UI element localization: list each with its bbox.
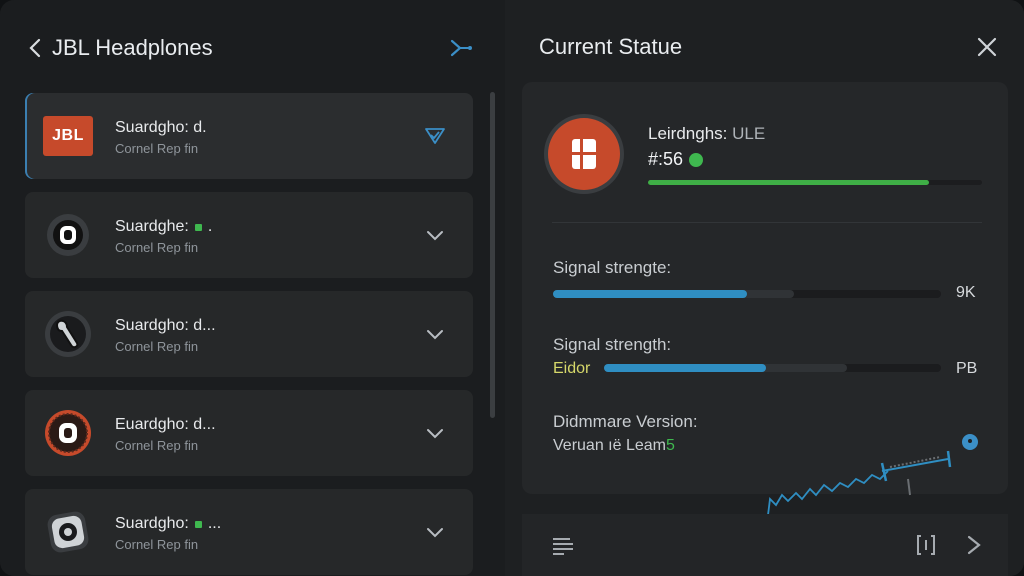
status-dot [194, 223, 202, 231]
device-list-item[interactable]: Suardghe: . Cornel Rep fin [25, 192, 473, 278]
firmware-label: Didmmare Version: [553, 412, 698, 431]
device-name-text: Suardgho: [115, 515, 189, 532]
chevron-down-icon[interactable] [423, 421, 447, 445]
list-scrollbar[interactable] [490, 92, 495, 418]
signal-label-1: Signal strengte: [553, 258, 672, 277]
device-text: Suardghe: . Cornel Rep fin [115, 218, 212, 255]
battery-progress-fill [648, 180, 929, 185]
battery-value-text: #:56 [648, 149, 684, 169]
device-list-item[interactable]: Euardgho: d... Cornel Rep fin [25, 390, 473, 476]
left-header: JBL Headplones [24, 30, 484, 66]
close-icon[interactable] [975, 35, 999, 59]
ring-orange-icon [45, 410, 91, 456]
device-name: Suardgho: d. [115, 119, 207, 136]
chevron-down-icon[interactable] [423, 520, 447, 544]
battery-label-suffix: ULE [732, 124, 766, 143]
device-list: JBL Suardgho: d. Cornel Rep fin Suardghe… [25, 93, 473, 576]
status-card: Leirdnghs: ULE #:56 Signal strengte: 9K … [522, 82, 1008, 516]
device-list-item[interactable]: Suardgho: d... Cornel Rep fin [25, 291, 473, 377]
ring-device-icon [47, 214, 89, 256]
filter-check-icon[interactable] [423, 124, 447, 148]
gear-device-icon [47, 511, 89, 553]
device-name: Suardgho: ... [115, 515, 221, 533]
device-list-item[interactable]: JBL Suardgho: d. Cornel Rep fin [25, 93, 473, 179]
device-name: Suardgho: d... [115, 317, 216, 334]
device-subtitle: Cornel Rep fin [115, 240, 199, 255]
signal-label-2: Signal strength: [553, 335, 672, 354]
device-text: Suardgho: ... Cornel Rep fin [115, 515, 221, 552]
chevron-left-icon [29, 38, 41, 58]
device-text: Euardgho: d... Cornel Rep fin [115, 416, 216, 453]
device-app-icon [548, 118, 620, 190]
device-glyph-icon [572, 139, 596, 169]
earbud-icon [45, 311, 91, 357]
device-thumb: JBL [43, 113, 93, 159]
device-text: Suardgho: d... Cornel Rep fin [115, 317, 216, 354]
device-name: Euardgho: d... [115, 416, 216, 433]
chevron-right-icon[interactable] [962, 532, 986, 558]
signal-value-2: PB [956, 360, 978, 377]
list-icon[interactable] [550, 532, 576, 558]
battery-label: Leirdnghs: ULE [648, 124, 765, 144]
signal-prefix-2: Eidor [553, 360, 591, 377]
jbl-logo: JBL [43, 116, 93, 156]
device-subtitle: Cornel Rep fin [115, 537, 199, 552]
signal-bar-1-fill [553, 290, 747, 298]
device-name-suffix: . [207, 218, 213, 235]
status-dot [194, 520, 202, 528]
signal-bar-2-fill [604, 364, 766, 372]
firmware-value: Veruan ıë Leam5 [553, 437, 675, 455]
device-list-pane: JBL Headplones JBL Suardgho: d. Cornel R… [0, 0, 505, 576]
battery-value: #:56 [648, 149, 704, 170]
screen-frame-icon[interactable] [914, 532, 938, 558]
bluetooth-connect-icon[interactable] [448, 35, 474, 61]
back-button[interactable] [24, 37, 46, 59]
device-thumb [43, 509, 93, 555]
device-subtitle: Cornel Rep fin [115, 438, 199, 453]
device-text: Suardgho: d. Cornel Rep fin [115, 119, 207, 156]
bottom-toolbar [522, 514, 1008, 576]
device-thumb [43, 311, 93, 357]
device-list-item[interactable]: Suardgho: ... Cornel Rep fin [25, 489, 473, 575]
signal-bar-2[interactable] [604, 364, 941, 372]
chevron-down-icon[interactable] [423, 322, 447, 346]
status-pane: Current Statue Leirdnghs: ULE #:56 Signa… [505, 0, 1024, 576]
device-name: Suardghe: . [115, 218, 212, 236]
divider [552, 222, 982, 223]
device-thumb [43, 410, 93, 456]
battery-label-text: Leirdnghs: [648, 124, 728, 143]
signal-bar-1[interactable] [553, 290, 941, 298]
firmware-value-suffix: 5 [665, 437, 675, 454]
device-subtitle: Cornel Rep fin [115, 339, 199, 354]
battery-progress [648, 180, 982, 185]
device-name-suffix: ... [207, 515, 222, 532]
signal-waveform [767, 450, 952, 516]
chevron-down-icon[interactable] [423, 223, 447, 247]
connected-dot-icon [689, 152, 704, 167]
device-subtitle: Cornel Rep fin [115, 141, 199, 156]
device-name-text: Suardghe: [115, 218, 189, 235]
status-title: Current Statue [539, 34, 683, 59]
signal-value-1: 9K [956, 284, 976, 301]
device-thumb [43, 212, 93, 258]
firmware-value-text: Veruan ıë Leam [553, 437, 666, 454]
app-window: JBL Headplones JBL Suardgho: d. Cornel R… [0, 0, 1024, 576]
page-title: JBL Headplones [52, 35, 213, 60]
